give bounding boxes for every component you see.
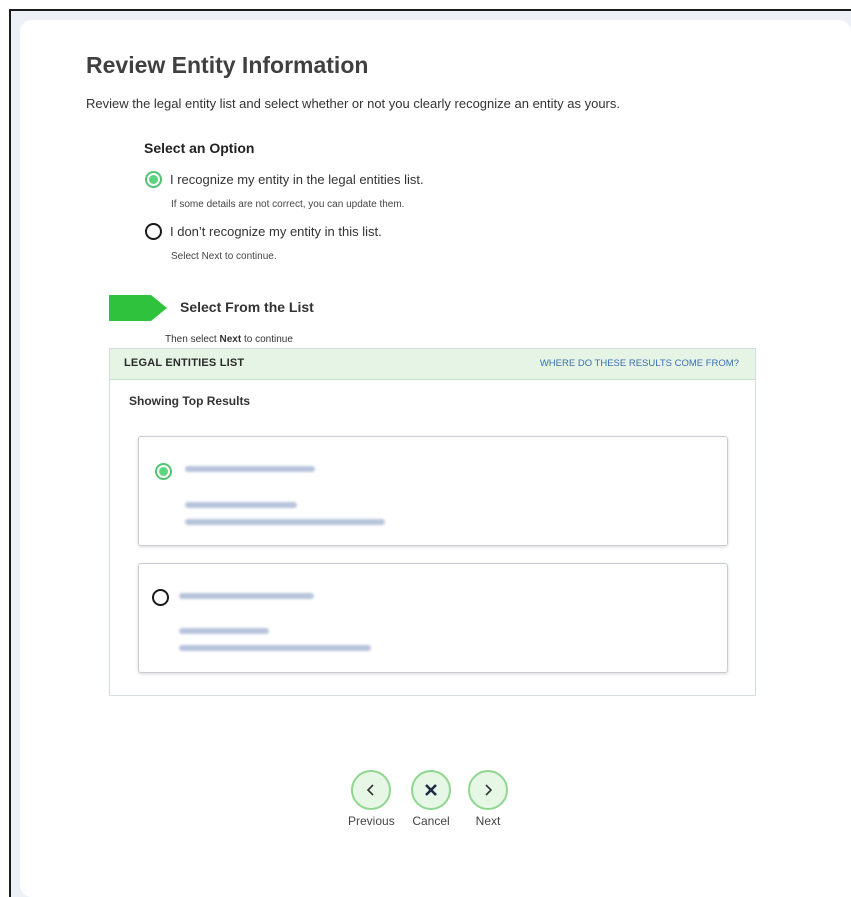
entity-1-address-redacted — [185, 502, 297, 508]
chevron-right-icon — [485, 784, 493, 796]
entity-2-city-redacted — [179, 645, 371, 651]
option-not-recognize-radio[interactable] — [145, 223, 162, 240]
previous-label: Previous — [348, 814, 395, 828]
option-recognize-label[interactable]: I recognize my entity in the legal entit… — [170, 172, 424, 187]
entity-1-radio[interactable] — [155, 463, 172, 480]
option-not-recognize-help: Select Next to continue. — [171, 251, 277, 262]
entity-card-1[interactable] — [138, 436, 728, 546]
legal-entities-panel: LEGAL ENTITIES LIST WHERE DO THESE RESUL… — [109, 348, 756, 696]
then-select-next-text: Then select Next to continue — [165, 334, 293, 345]
next-button[interactable] — [468, 770, 508, 810]
results-source-link[interactable]: WHERE DO THESE RESULTS COME FROM? — [540, 358, 739, 369]
cancel-button[interactable] — [411, 770, 451, 810]
select-option-label: Select an Option — [144, 140, 255, 156]
entity-card-2[interactable] — [138, 563, 728, 673]
close-icon — [425, 784, 437, 796]
entity-2-radio[interactable] — [152, 589, 169, 606]
option-recognize-radio[interactable] — [145, 171, 162, 188]
next-nav[interactable]: Next — [465, 770, 511, 828]
page-title: Review Entity Information — [86, 52, 369, 78]
entity-1-name-redacted — [185, 466, 315, 472]
select-from-list-heading: Select From the List — [180, 299, 314, 315]
entity-1-city-redacted — [185, 519, 385, 525]
previous-button[interactable] — [351, 770, 391, 810]
page-subtitle: Review the legal entity list and select … — [86, 96, 620, 111]
entity-2-name-redacted — [179, 593, 314, 599]
panel-title: LEGAL ENTITIES LIST — [124, 357, 245, 369]
panel-header: LEGAL ENTITIES LIST WHERE DO THESE RESUL… — [110, 349, 755, 380]
next-label: Next — [475, 814, 501, 828]
option-recognize-help: If some details are not correct, you can… — [171, 199, 405, 210]
cancel-nav[interactable]: Cancel — [408, 770, 454, 828]
entity-2-address-redacted — [179, 628, 269, 634]
showing-top-results-label: Showing Top Results — [129, 394, 251, 408]
option-not-recognize-label[interactable]: I don’t recognize my entity in this list… — [170, 224, 382, 239]
previous-nav[interactable]: Previous — [348, 770, 395, 828]
step-arrow-icon — [109, 295, 167, 321]
chevron-left-icon — [366, 784, 374, 796]
cancel-label: Cancel — [412, 814, 450, 828]
